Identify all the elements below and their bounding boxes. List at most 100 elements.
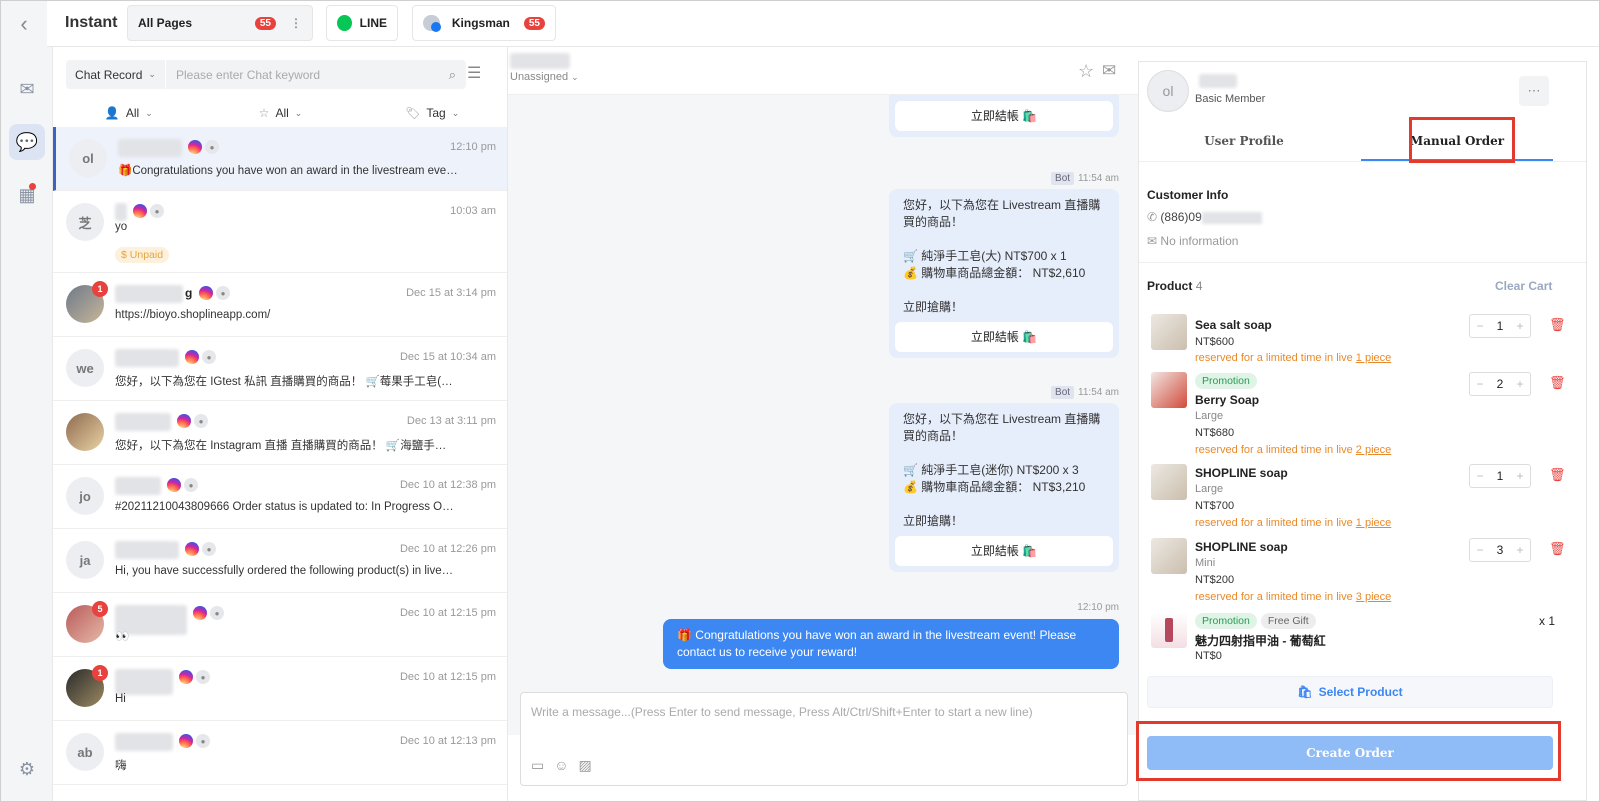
- product-variant: Large: [1195, 410, 1224, 422]
- search-mode-select[interactable]: Chat Record ⌄: [66, 60, 166, 89]
- trash-icon[interactable]: 🗑: [1549, 375, 1566, 391]
- clear-cart-button[interactable]: Clear Cart: [1495, 279, 1552, 293]
- search-input[interactable]: Please enter Chat keyword: [166, 68, 449, 82]
- minus-icon[interactable]: −: [1470, 319, 1490, 333]
- unpaid-icon: $: [121, 249, 130, 261]
- chat-list-item[interactable]: ja ● Dec 10 at 12:26 pm Hi, you have suc…: [53, 529, 507, 593]
- plus-icon[interactable]: +: [1510, 543, 1530, 557]
- product-price: NT$600: [1195, 336, 1235, 348]
- quantity-value[interactable]: 1: [1490, 319, 1510, 333]
- quantity-value[interactable]: 1: [1490, 469, 1510, 483]
- search-icon[interactable]: ⌕: [449, 67, 466, 83]
- phone-value: (886)09: [1160, 210, 1202, 224]
- avatar: 芝: [66, 203, 104, 241]
- filter-tag[interactable]: 🏷 Tag ⌄: [356, 99, 507, 127]
- star-icon[interactable]: ☆: [1078, 61, 1094, 82]
- lock-icon: ●: [210, 606, 224, 620]
- tab-line[interactable]: LINE: [326, 5, 398, 41]
- cart-item: Promotion Berry Soap Large NT$680 reserv…: [1151, 372, 1571, 458]
- platform-icons: ●: [133, 204, 164, 218]
- trash-icon[interactable]: 🗑: [1549, 317, 1566, 333]
- trash-icon[interactable]: 🗑: [1549, 541, 1566, 557]
- reservation-text: reserved for a limited time in live: [1195, 591, 1356, 603]
- platform-icons: ●: [177, 414, 208, 428]
- select-product-button[interactable]: 🛍 Select Product: [1147, 676, 1553, 708]
- quantity-value[interactable]: 2: [1490, 377, 1510, 391]
- avatar: ja: [66, 541, 104, 579]
- chat-list-item[interactable]: ab ● Dec 10 at 12:13 pm 嗨: [53, 721, 507, 785]
- divider: [1139, 262, 1586, 263]
- filter-star[interactable]: ☆ All ⌄: [205, 99, 357, 127]
- message-meta: Bot 11:54 am: [1051, 172, 1119, 185]
- assignee-select[interactable]: Unassigned ⌄: [510, 71, 579, 83]
- quantity-stepper[interactable]: −1 +: [1469, 464, 1531, 488]
- quick-reply-icon[interactable]: ▭: [531, 757, 544, 774]
- lock-icon: ●: [202, 542, 216, 556]
- plus-icon[interactable]: +: [1510, 319, 1530, 333]
- free-gift-label: Free Gift: [1260, 613, 1316, 629]
- mail-icon[interactable]: ✉: [1102, 61, 1116, 81]
- chat-time: Dec 10 at 12:15 pm: [399, 671, 496, 683]
- quantity-stepper[interactable]: −2 +: [1469, 372, 1531, 396]
- minus-icon[interactable]: −: [1470, 377, 1490, 391]
- customer-name-redacted: [115, 413, 171, 431]
- customer-name-redacted: [115, 669, 173, 695]
- unread-count-badge: 1: [92, 281, 108, 297]
- chat-list-item[interactable]: ● Dec 13 at 3:11 pm 您好，以下為您在 Instagram 直…: [53, 401, 507, 465]
- chat-preview: 👀: [115, 631, 130, 643]
- back-arrow-icon[interactable]: ‹: [1, 1, 47, 47]
- plus-icon[interactable]: +: [1510, 469, 1530, 483]
- chat-time: 12:10 pm: [450, 141, 496, 153]
- lock-icon: ●: [184, 478, 198, 492]
- chat-list-item[interactable]: 5 ● Dec 10 at 12:15 pm 👀: [53, 593, 507, 657]
- quantity-stepper[interactable]: −3 +: [1469, 538, 1531, 562]
- top-bar: ‹ Instant All Pages 55 ⋮ LINE Kingsman 5…: [1, 1, 1599, 47]
- avatar: we: [66, 349, 104, 387]
- message-composer[interactable]: Write a message...(Press Enter to send m…: [520, 692, 1128, 786]
- chat-window: Unassigned ⌄ ☆ ✉ 立即結帳 🛍️ Bot 11:54 am 您好，…: [508, 47, 1138, 801]
- chat-icon[interactable]: 💬: [9, 124, 45, 160]
- chat-list-item[interactable]: we ● Dec 15 at 10:34 am 您好，以下為您在 IGtest …: [53, 337, 507, 401]
- reservation-qty: 3 piece: [1355, 591, 1392, 603]
- chat-list-item[interactable]: 1 ● Dec 10 at 12:15 pm Hi: [53, 657, 507, 721]
- tab-kingsman[interactable]: Kingsman 55: [412, 5, 556, 41]
- chat-header: Unassigned ⌄ ☆ ✉: [508, 47, 1138, 95]
- image-icon[interactable]: ▨: [579, 757, 592, 774]
- quantity-stepper[interactable]: −1 +: [1469, 314, 1531, 338]
- plus-icon[interactable]: +: [1510, 377, 1530, 391]
- message-input[interactable]: Write a message...(Press Enter to send m…: [521, 693, 1127, 731]
- minus-icon[interactable]: −: [1470, 543, 1490, 557]
- checkout-button[interactable]: 立即結帳 🛍️: [895, 101, 1113, 131]
- minus-icon[interactable]: −: [1470, 469, 1490, 483]
- quantity-value[interactable]: 3: [1490, 543, 1510, 557]
- chat-list-item[interactable]: 1 g ● Dec 15 at 3:14 pm https://bioyo.sh…: [53, 273, 507, 337]
- more-icon[interactable]: ⋮: [290, 16, 302, 30]
- trash-icon[interactable]: 🗑: [1549, 467, 1566, 483]
- platform-icons: ●: [188, 140, 219, 154]
- filter-assignee[interactable]: 👤 All ⌄: [53, 99, 205, 127]
- list-view-icon[interactable]: ☰: [467, 63, 481, 83]
- gift-quantity: x 1: [1539, 614, 1556, 628]
- app-window: ‹ Instant All Pages 55 ⋮ LINE Kingsman 5…: [0, 0, 1600, 802]
- broadcast-icon[interactable]: ▦: [9, 177, 45, 213]
- checkout-button[interactable]: 立即結帳 🛍️: [895, 536, 1113, 566]
- avatar: [66, 413, 104, 451]
- checkout-button[interactable]: 立即結帳 🛍️: [895, 322, 1113, 352]
- message-time: 11:54 am: [1078, 387, 1119, 398]
- message-text: 您好，以下為您在 Livestream 直播購買的商品！ 🛒 純淨手工皂(迷你)…: [903, 412, 1101, 528]
- inbox-icon[interactable]: ✉: [9, 71, 45, 107]
- message-text: 您好，以下為您在 Livestream 直播購買的商品！ 🛒 純淨手工皂(大) …: [903, 198, 1101, 314]
- chat-list-item[interactable]: ol ● 12:10 pm 🎁Congratulations you have …: [53, 127, 507, 191]
- instagram-icon: [185, 350, 199, 364]
- product-price: NT$680: [1195, 427, 1235, 439]
- emoji-icon[interactable]: ☺: [554, 757, 568, 774]
- chat-list-item[interactable]: 芝 ● 10:03 am yo $ Unpaid: [53, 191, 507, 273]
- chat-time: 10:03 am: [450, 205, 496, 217]
- more-options-icon[interactable]: ⋯: [1519, 76, 1549, 106]
- settings-gear-icon[interactable]: ⚙: [9, 751, 45, 787]
- chat-list-item[interactable]: jo ● Dec 10 at 12:38 pm #202112100438096…: [53, 465, 507, 529]
- message-time: 11:54 am: [1078, 173, 1119, 184]
- tab-all-pages[interactable]: All Pages 55 ⋮: [127, 5, 313, 41]
- tab-user-profile[interactable]: User Profile: [1139, 134, 1349, 148]
- chat-time: Dec 10 at 12:15 pm: [399, 607, 496, 619]
